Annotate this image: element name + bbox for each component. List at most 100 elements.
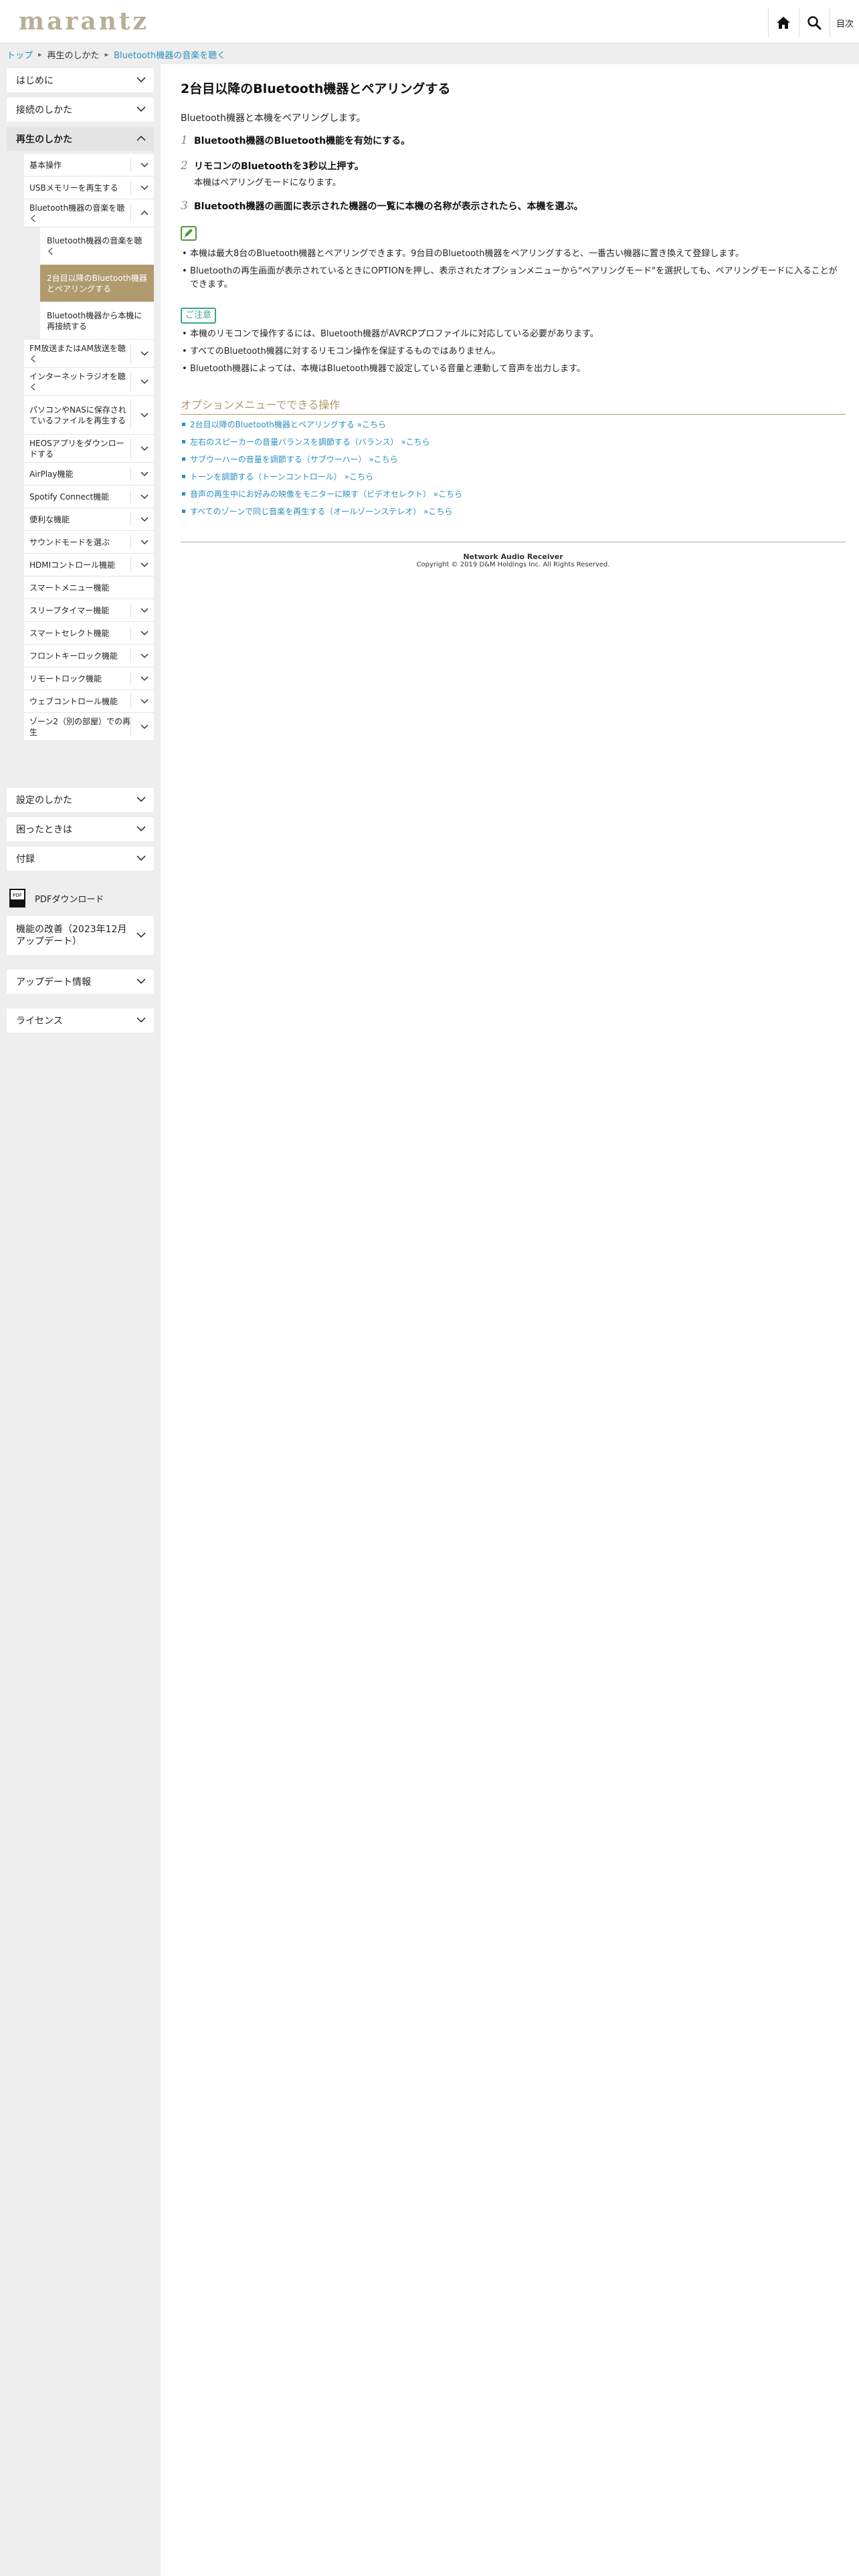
header: marantz 目次: [0, 0, 859, 43]
sidebar-item-label: 機能の改善（2023年12月アップデート）: [16, 924, 127, 947]
sidebar-item-label: 2台目以降のBluetooth機器とペアリングする: [47, 273, 147, 294]
chevron-right-icon: ▸: [38, 49, 42, 59]
home-button[interactable]: [768, 8, 798, 37]
chevron-down-icon: [140, 494, 149, 500]
option-link[interactable]: 2台目以降のBluetooth機器とペアリングする »こちら: [181, 416, 462, 433]
footer-product: Network Audio Receiver: [463, 552, 563, 561]
sidebar-sub-convenient[interactable]: 便利な機能: [24, 508, 154, 531]
search-icon: [807, 16, 822, 30]
sidebar-item-label: スマートセレクト機能: [29, 628, 110, 638]
sidebar-item-settings[interactable]: 設定のしかた: [7, 788, 154, 812]
breadcrumb-playback[interactable]: 再生のしかた: [47, 48, 100, 61]
sidebar-sub-fm-am[interactable]: FM放送またはAM放送を聴く: [24, 340, 154, 368]
sidebar-item-label: パソコンやNASに保存されているファイルを再生する: [29, 405, 126, 425]
sidebar-sub-zone2[interactable]: ゾーン2（別の部屋）での再生: [24, 713, 154, 741]
sidebar-sub-smart-select[interactable]: スマートセレクト機能: [24, 622, 154, 645]
chevron-down-icon: [140, 445, 149, 451]
sidebar-sub-airplay[interactable]: AirPlay機能: [24, 463, 154, 486]
sidebar-item-label: 接続のしかた: [16, 105, 72, 116]
sidebar-item-label: Bluetooth機器の音楽を聴く: [29, 203, 125, 223]
breadcrumb: トップ ▸ 再生のしかた ▸ Bluetooth機器の音楽を聴く: [0, 44, 859, 64]
sidebar-item-troubleshooting[interactable]: 困ったときは: [7, 817, 154, 841]
sidebar-item-label: Spotify Connect機能: [29, 492, 110, 502]
option-link[interactable]: 左右のスピーカーの音量バランスを調節する（バランス） »こちら: [181, 433, 462, 451]
sidebar-sub-sleep-timer[interactable]: スリープタイマー機能: [24, 599, 154, 622]
sidebar-item-label: 困ったときは: [16, 825, 72, 835]
intro-text: Bluetooth機器と本機をペアリングします。: [181, 113, 366, 124]
list-item: 本機は最大8台のBluetooth機器とペアリングできます。9台目のBlueto…: [181, 247, 846, 261]
sidebar-item-label: HDMIコントロール機能: [29, 560, 116, 570]
sidebar-item-label: リモートロック機能: [29, 673, 102, 683]
home-icon: [777, 17, 790, 29]
sidebar-item-label: 基本操作: [29, 160, 62, 170]
svg-text:PDF: PDF: [13, 893, 22, 898]
sidebar-sub3-bluetooth-reconnect[interactable]: Bluetooth機器から本機に再接続する: [40, 302, 154, 340]
chevron-down-icon: [140, 675, 149, 681]
sidebar-sub-sound-mode[interactable]: サウンドモードを選ぶ: [24, 531, 154, 554]
sidebar-sub-heos[interactable]: HEOSアプリをダウンロードする: [24, 435, 154, 463]
option-link[interactable]: すべてのゾーンで同じ音楽を再生する（オールゾーンステレオ） »こちら: [181, 503, 462, 520]
chevron-down-icon: [140, 350, 149, 356]
options-list: 2台目以降のBluetooth機器とペアリングする »こちら 左右のスピーカーの…: [181, 416, 462, 520]
marantz-logo[interactable]: marantz: [19, 9, 149, 33]
sidebar-sub-internet-radio[interactable]: インターネットラジオを聴く: [24, 368, 154, 396]
sidebar-item-label: 便利な機能: [29, 514, 70, 524]
chevron-down-icon: [140, 471, 149, 477]
sidebar-item-connection[interactable]: 接続のしかた: [7, 98, 154, 122]
chevron-down-icon: [136, 1016, 146, 1023]
sidebar-item-label: 付録: [16, 854, 35, 865]
sidebar-sub-smart-menu[interactable]: スマートメニュー機能: [24, 576, 154, 599]
sidebar-sub-spotify[interactable]: Spotify Connect機能: [24, 486, 154, 508]
sidebar-sub-usb[interactable]: USBメモリーを再生する: [24, 177, 154, 199]
sidebar-item-label: AirPlay機能: [29, 469, 74, 479]
sidebar-item-license[interactable]: ライセンス: [7, 1008, 154, 1033]
sidebar-item-label: Bluetooth機器から本機に再接続する: [47, 310, 142, 331]
toc-button[interactable]: 目次: [830, 8, 859, 37]
sidebar-item-intro[interactable]: はじめに: [7, 68, 154, 92]
footer: Network Audio Receiver Copyright © 2019 …: [181, 552, 846, 568]
sidebar-item-improvements[interactable]: 機能の改善（2023年12月アップデート）: [7, 916, 154, 955]
list-item: すべてのBluetooth機器に対するリモコン操作を保証するものではありません。: [181, 345, 846, 358]
sidebar-sub-remote-lock[interactable]: リモートロック機能: [24, 667, 154, 690]
pdf-download-label: PDFダウンロード: [35, 894, 104, 905]
step-number: 2: [181, 159, 188, 173]
step-2: 2 リモコンのBluetoothを3秒以上押す。: [181, 159, 364, 173]
caution-badge: ご注意: [181, 308, 217, 324]
sidebar-item-label: スリープタイマー機能: [29, 605, 110, 615]
breadcrumb-top-link[interactable]: トップ: [7, 48, 33, 61]
sidebar-sub-hdmi-control[interactable]: HDMIコントロール機能: [24, 554, 154, 576]
sidebar-item-label: Bluetooth機器の音楽を聴く: [47, 235, 142, 256]
step-text: Bluetooth機器の画面に表示された機器の一覧に本機の名称が表示されたら、本…: [194, 201, 583, 212]
chevron-down-icon: [136, 855, 146, 861]
sidebar-item-playback[interactable]: 再生のしかた: [7, 127, 154, 151]
chevron-down-icon: [136, 76, 146, 83]
chevron-up-icon: [140, 210, 149, 216]
step-2-detail: 本機はペアリングモードになります。: [194, 178, 341, 188]
sidebar-sub-basic[interactable]: 基本操作: [24, 154, 154, 177]
sidebar-sub3-bluetooth-pairing[interactable]: 2台目以降のBluetooth機器とペアリングする: [40, 265, 154, 302]
sidebar-sub3-bluetooth-listen[interactable]: Bluetooth機器の音楽を聴く: [40, 227, 154, 265]
list-item: Bluetooth機器によっては、本機はBluetooth機器で設定している音量…: [181, 362, 846, 376]
pdf-download-link[interactable]: PDF PDFダウンロード: [9, 887, 157, 909]
step-text: リモコンのBluetoothを3秒以上押す。: [194, 161, 364, 172]
sidebar-item-label: HEOSアプリをダウンロードする: [29, 438, 124, 459]
pdf-icon: PDF: [9, 889, 25, 907]
sidebar-item-update-info[interactable]: アップデート情報: [7, 970, 154, 994]
search-button[interactable]: [799, 8, 829, 37]
step-1: 1 Bluetooth機器のBluetooth機能を有効にする。: [181, 134, 410, 147]
sidebar-sub-web-control[interactable]: ウェブコントロール機能: [24, 690, 154, 713]
option-link[interactable]: 音声の再生中にお好みの映像をモニターに映す（ビデオセレクト） »こちら: [181, 486, 462, 503]
chevron-down-icon: [140, 412, 149, 418]
chevron-down-icon: [140, 698, 149, 704]
breadcrumb-bluetooth-link[interactable]: Bluetooth機器の音楽を聴く: [114, 48, 225, 61]
sidebar-item-label: サウンドモードを選ぶ: [29, 537, 110, 547]
chevron-down-icon: [136, 106, 146, 112]
chevron-down-icon: [140, 516, 149, 522]
sidebar-sub-bluetooth[interactable]: Bluetooth機器の音楽を聴く: [24, 199, 154, 227]
sidebar-sub-pc-nas[interactable]: パソコンやNASに保存されているファイルを再生する: [24, 396, 154, 435]
option-link[interactable]: サブウーハーの音量を調節する（サブウーハー） »こちら: [181, 451, 462, 468]
chevron-down-icon: [136, 932, 146, 938]
sidebar-item-appendix[interactable]: 付録: [7, 847, 154, 871]
sidebar-sub-front-key-lock[interactable]: フロントキーロック機能: [24, 645, 154, 667]
option-link[interactable]: トーンを調節する（トーンコントロール） »こちら: [181, 468, 462, 486]
